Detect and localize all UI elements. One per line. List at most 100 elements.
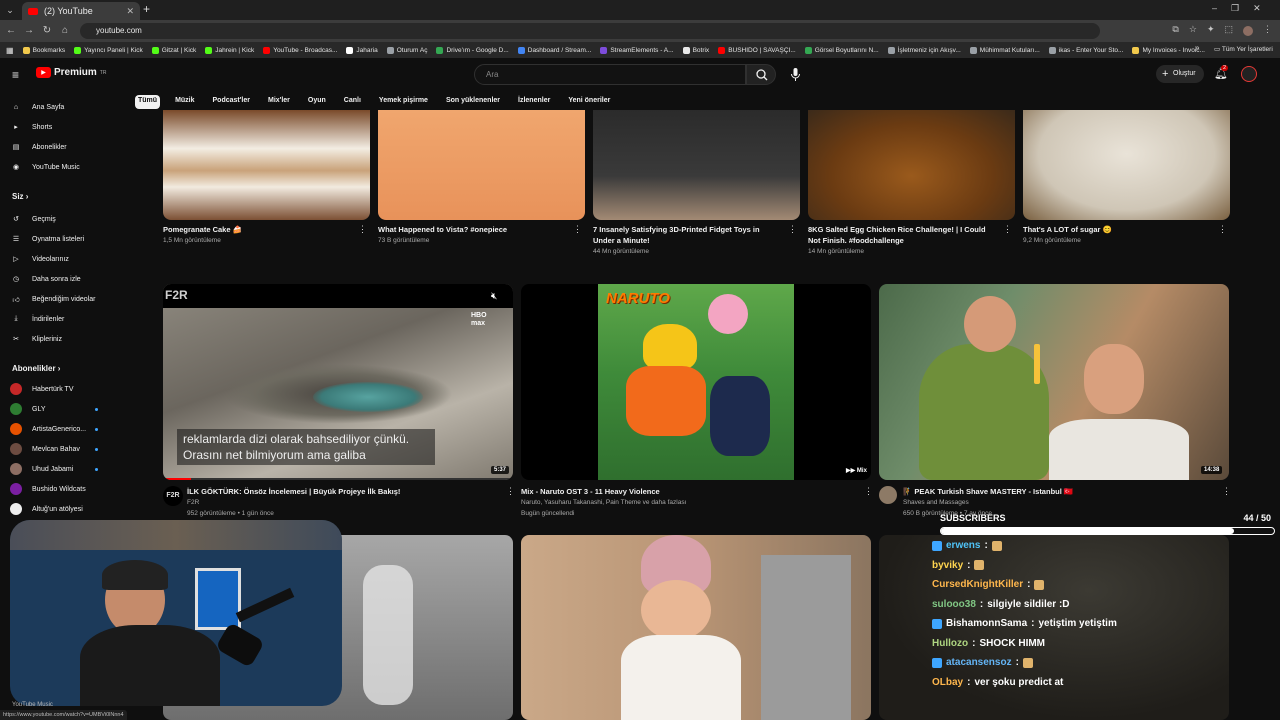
forward-icon[interactable]: → xyxy=(22,23,36,39)
sidebar-subscription[interactable]: Mevlcan Bahav xyxy=(10,440,80,458)
sidebar-section-subscriptions[interactable]: Abonelikler › xyxy=(12,364,60,373)
filter-chip[interactable]: Müzik xyxy=(172,95,197,109)
hamburger-menu-icon[interactable]: ≡ xyxy=(12,68,19,82)
video-title[interactable]: 7 Insanely Satisfying 3D-Printed Fidget … xyxy=(593,224,778,246)
sidebar-subscription[interactable]: GLY xyxy=(10,400,46,418)
sidebar-item[interactable]: ▤ Abonelikler xyxy=(10,138,67,156)
bookmark-item[interactable]: BUSHIDO | SAVAŞÇI... xyxy=(718,46,796,54)
extensions-puzzle-icon[interactable]: ⬚ xyxy=(1224,24,1233,38)
sidebar-item[interactable]: ⤓ İndirilenler xyxy=(10,310,64,328)
bookmark-item[interactable]: ikas - Enter Your Sto... xyxy=(1048,46,1123,54)
bookmark-item[interactable]: Botrix xyxy=(682,46,709,54)
video-options-icon[interactable]: ⋮ xyxy=(358,225,367,234)
minimize-icon[interactable]: – xyxy=(1212,3,1217,17)
home-browser-icon[interactable]: ⌂ xyxy=(58,23,72,39)
filter-chip[interactable]: Son yüklenenler xyxy=(443,95,503,109)
video-options-icon[interactable]: ⋮ xyxy=(1222,487,1231,496)
bookmark-item[interactable]: İşletmeniz için Akışv... xyxy=(887,46,961,54)
reload-icon[interactable]: ↻ xyxy=(40,23,54,39)
video-thumbnail-naruto[interactable]: NARUTO ▶▶ Mix xyxy=(521,284,871,480)
maximize-icon[interactable]: ❐ xyxy=(1231,3,1239,17)
bookmark-item[interactable]: Mühimmat Kutuları... xyxy=(969,46,1040,54)
video-thumbnail[interactable] xyxy=(163,110,370,220)
extension-icon[interactable]: ✦ xyxy=(1207,24,1215,38)
tab-youtube[interactable]: (2) YouTube ✕ xyxy=(22,2,140,20)
mute-icon[interactable]: 🔇︎ xyxy=(491,291,497,302)
search-button[interactable] xyxy=(746,64,776,85)
new-tab-button[interactable]: + xyxy=(143,2,150,16)
sidebar-item[interactable]: ▷ Videolarınız xyxy=(10,250,69,268)
filter-chip[interactable]: Oyun xyxy=(305,95,329,109)
video-options-icon[interactable]: ⋮ xyxy=(864,487,873,496)
browser-menu-icon[interactable]: ⋮ xyxy=(1263,24,1272,38)
video-options-icon[interactable]: ⋮ xyxy=(788,225,797,234)
sidebar-item[interactable]: ◉ YouTube Music xyxy=(10,158,80,176)
sidebar-item[interactable]: ✂ Klipleriniz xyxy=(10,330,62,348)
video-options-icon[interactable]: ⋮ xyxy=(1218,225,1227,234)
video-thumbnail[interactable] xyxy=(808,110,1015,220)
install-icon[interactable]: ⧉ xyxy=(1172,24,1178,38)
video-thumbnail-cooking[interactable] xyxy=(521,535,871,720)
video-thumbnail[interactable] xyxy=(593,110,800,220)
bookmark-item[interactable]: Oturum Aç xyxy=(386,46,427,54)
filter-chip[interactable]: Podcast'ler xyxy=(210,95,253,109)
bookmark-item[interactable]: Yayıncı Paneli | Kick xyxy=(74,46,143,54)
window-close-icon[interactable]: ✕ xyxy=(1253,3,1261,17)
video-title[interactable]: 🧗 PEAK Turkish Shave MASTERY - Istanbul … xyxy=(903,486,1213,497)
video-title[interactable]: Pomegranate Cake 🍰 xyxy=(163,224,348,235)
sidebar-item[interactable]: ◷ Daha sonra izle xyxy=(10,270,81,288)
voice-search-button[interactable] xyxy=(785,64,806,85)
video-title[interactable]: That's A LOT of sugar 😊 xyxy=(1023,224,1208,235)
channel-name[interactable]: F2R xyxy=(187,498,199,508)
sidebar-item[interactable]: 👍︎ Beğendiğim videolar xyxy=(10,290,95,308)
video-options-icon[interactable]: ⋮ xyxy=(1003,225,1012,234)
filter-chip[interactable]: Yeni öneriler xyxy=(565,95,613,109)
video-options-icon[interactable]: ⋮ xyxy=(573,225,582,234)
channel-avatar-shaves[interactable] xyxy=(879,486,897,504)
filter-chip[interactable]: Yemek pişirme xyxy=(376,95,431,109)
sidebar-item[interactable]: ▸ Shorts xyxy=(10,118,52,136)
channel-name[interactable]: Shaves and Massages xyxy=(903,498,969,508)
filter-chip[interactable]: İzlenenler xyxy=(515,95,553,109)
bookmark-item[interactable]: Jahrein | Kick xyxy=(205,46,254,54)
video-title[interactable]: What Happened to Vista? #onepiece xyxy=(378,224,563,235)
video-thumbnail-f2r[interactable]: F2R 🔇︎ HBO max reklamlarda dizi olarak b… xyxy=(163,284,513,480)
video-title[interactable]: İLK GÖKTÜRK: Önsöz İncelemesi | Büyük Pr… xyxy=(187,486,497,497)
channel-name[interactable]: Naruto, Yasuharu Takanashi, Pain Theme v… xyxy=(521,498,686,508)
filter-chip[interactable]: Canlı xyxy=(341,95,364,109)
search-input[interactable]: Ara xyxy=(474,64,746,85)
sidebar-subscription[interactable]: Bushido Wildcats xyxy=(10,480,86,498)
create-button[interactable]: + Oluştur xyxy=(1156,65,1204,83)
bookmark-item[interactable]: Dashboard / Stream... xyxy=(517,46,591,54)
video-options-icon[interactable]: ⋮ xyxy=(506,487,515,496)
bookmark-item[interactable]: Gitzat | Kick xyxy=(151,46,196,54)
sidebar-item[interactable]: ↺ Geçmiş xyxy=(10,210,56,228)
video-title[interactable]: Mix - Naruto OST 3 - 11 Heavy Violence xyxy=(521,486,851,497)
sidebar-item[interactable]: ☰ Oynatma listeleri xyxy=(10,230,84,248)
address-bar[interactable]: youtube.com xyxy=(80,23,1100,39)
bookmark-item[interactable]: Bookmarks xyxy=(22,46,65,54)
sidebar-subscription[interactable]: Uhud Jabami xyxy=(10,460,73,478)
filter-chip[interactable]: Tümü xyxy=(135,95,161,109)
bookmark-item[interactable]: YouTube - Broadcas... xyxy=(263,46,337,54)
sidebar-subscription[interactable]: Habertürk TV xyxy=(10,380,74,398)
bookmark-item[interactable]: Görsel Boyutlarını N... xyxy=(804,46,879,54)
bookmark-item[interactable]: StreamElements - A... xyxy=(600,46,674,54)
tab-close-icon[interactable]: ✕ xyxy=(126,6,134,17)
bookmark-item[interactable]: Drive'ım - Google D... xyxy=(436,46,509,54)
video-thumbnail-shave[interactable]: 14:38 xyxy=(879,284,1229,480)
video-thumbnail[interactable] xyxy=(1023,110,1230,220)
sidebar-section-you[interactable]: Siz › xyxy=(12,192,28,201)
account-avatar[interactable] xyxy=(1241,66,1257,82)
more-bookmarks-icon[interactable]: » xyxy=(1195,43,1199,52)
profile-avatar-icon[interactable] xyxy=(1243,26,1253,36)
channel-avatar-f2r[interactable]: F2R xyxy=(163,486,183,506)
video-title[interactable]: 8KG Salted Egg Chicken Rice Challenge! |… xyxy=(808,224,993,246)
youtube-logo[interactable]: ▶ Premium TR xyxy=(36,67,106,78)
notifications-button[interactable]: 🔔︎ 2 xyxy=(1214,65,1229,80)
tab-search-icon[interactable]: ⌄ xyxy=(4,4,16,16)
apps-grid-icon[interactable]: ▦ xyxy=(6,46,14,55)
sidebar-item[interactable]: ⌂ Ana Sayfa xyxy=(10,98,64,116)
bookmark-item[interactable]: Jaharia xyxy=(346,46,378,54)
sidebar-subscription[interactable]: Altuğ'un atölyesi xyxy=(10,500,83,518)
